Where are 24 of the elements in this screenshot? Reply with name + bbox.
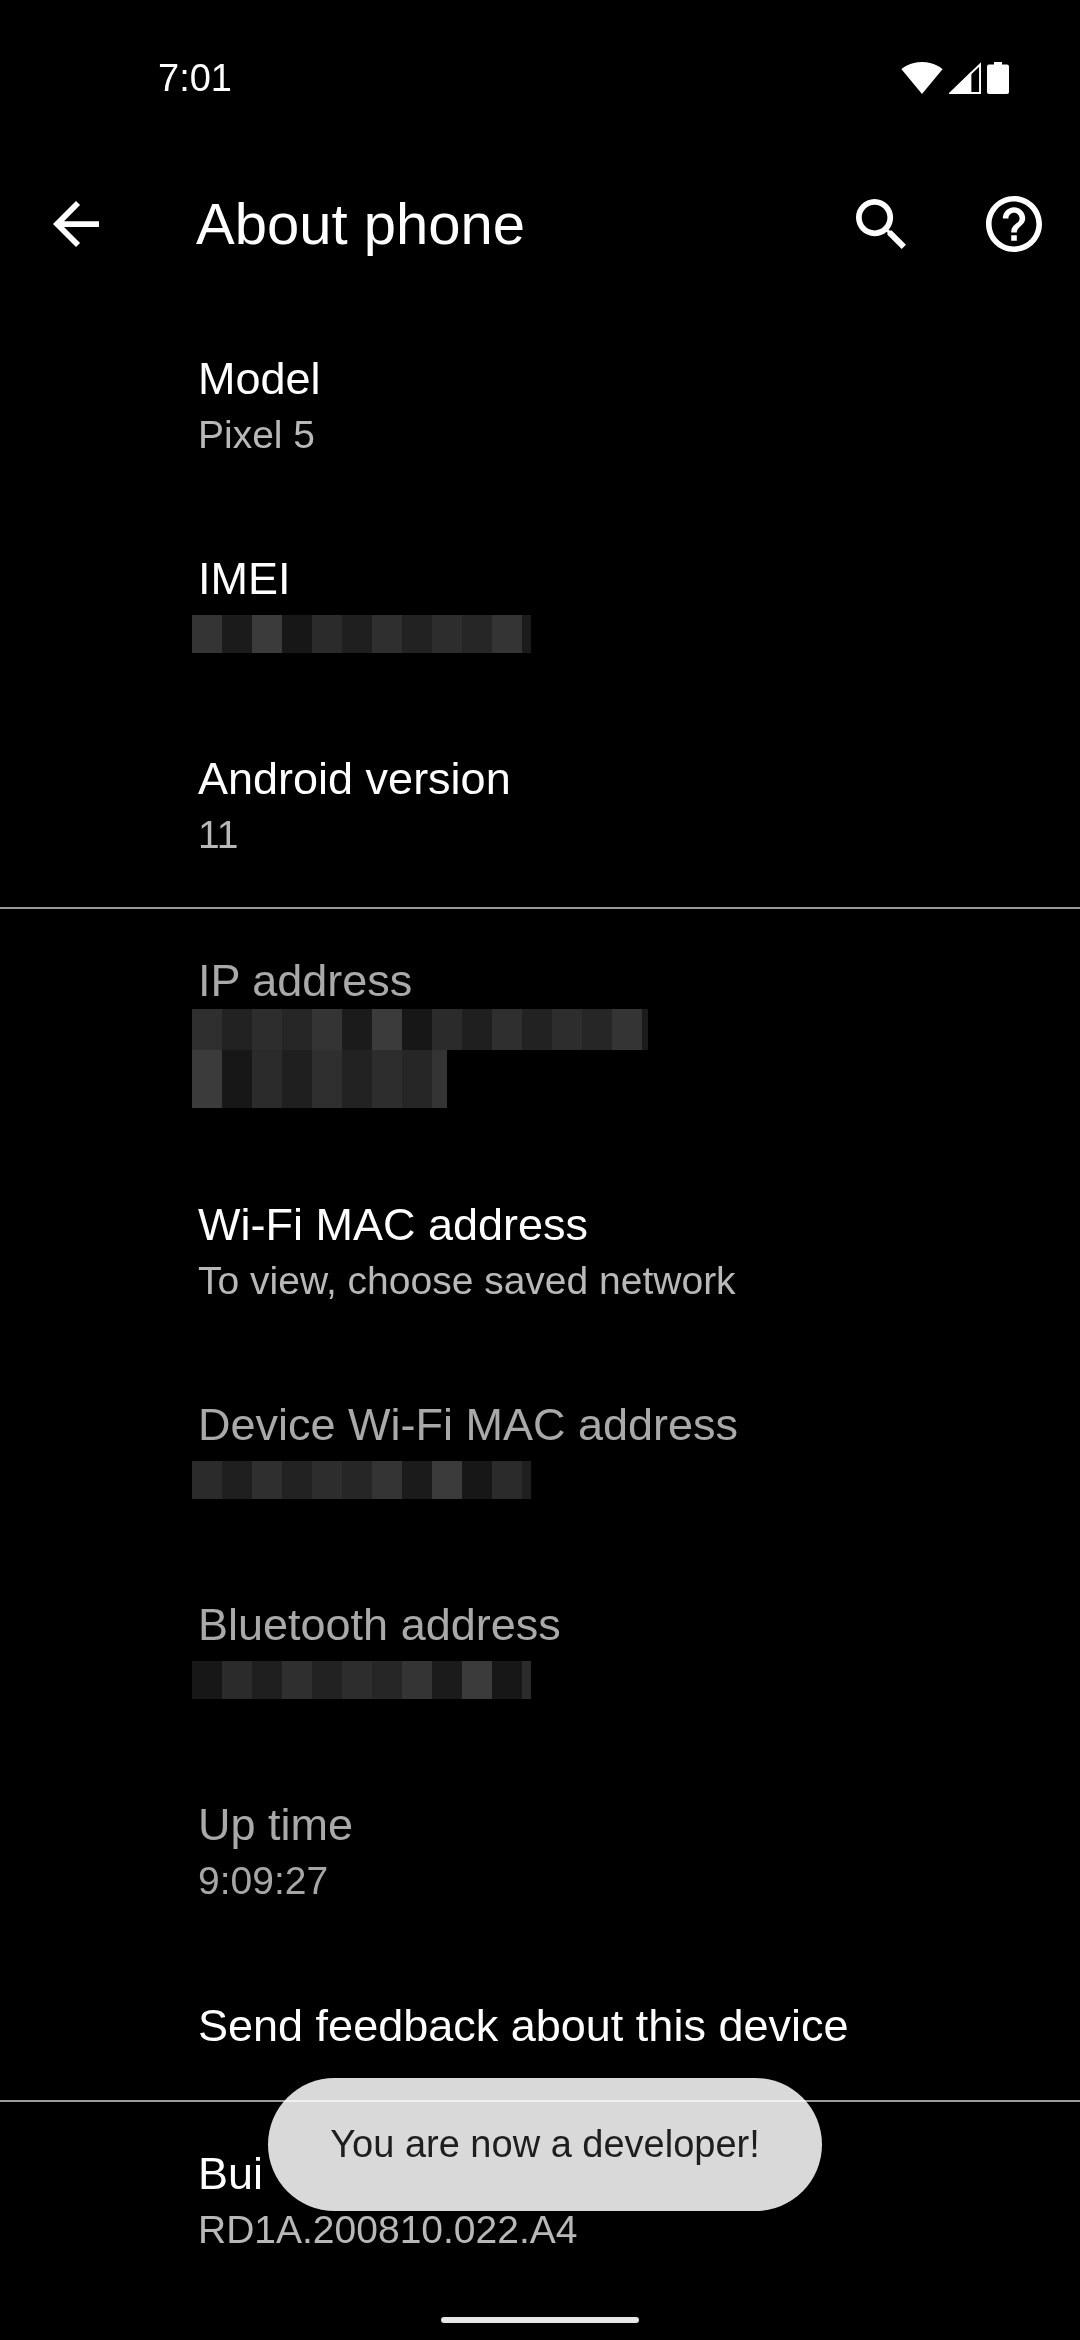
setting-title[interactable]: Android version <box>198 751 511 807</box>
battery-icon <box>987 62 1009 94</box>
setting-title: Up time <box>198 1798 354 1852</box>
setting-title[interactable]: Wi-Fi MAC address <box>198 1197 589 1253</box>
setting-value: Pixel 5 <box>198 412 316 458</box>
wifi-icon <box>901 62 943 94</box>
signal-icon <box>949 62 981 94</box>
setting-title[interactable]: IMEI <box>198 551 291 607</box>
back-arrow-icon[interactable] <box>53 201 99 247</box>
search-icon[interactable] <box>856 199 906 249</box>
setting-title[interactable]: Bui <box>198 2146 264 2202</box>
page-title: About phone <box>196 190 525 258</box>
home-gesture-handle[interactable] <box>441 2317 639 2323</box>
setting-title: Device Wi-Fi MAC address <box>198 1398 739 1452</box>
setting-title[interactable]: Send feedback about this device <box>198 1998 849 2054</box>
setting-title[interactable]: Model <box>198 351 321 407</box>
setting-value: To view, choose saved network <box>198 1258 736 1304</box>
setting-value: 9:09:27 <box>198 1858 329 1904</box>
setting-title: Bluetooth address <box>198 1598 561 1652</box>
status-time: 7:01 <box>158 56 232 101</box>
help-icon[interactable] <box>986 196 1042 252</box>
message-toast: You are now a developer! <box>268 2078 822 2211</box>
setting-value: 11 <box>198 812 239 858</box>
setting-title: IP address <box>198 954 413 1008</box>
